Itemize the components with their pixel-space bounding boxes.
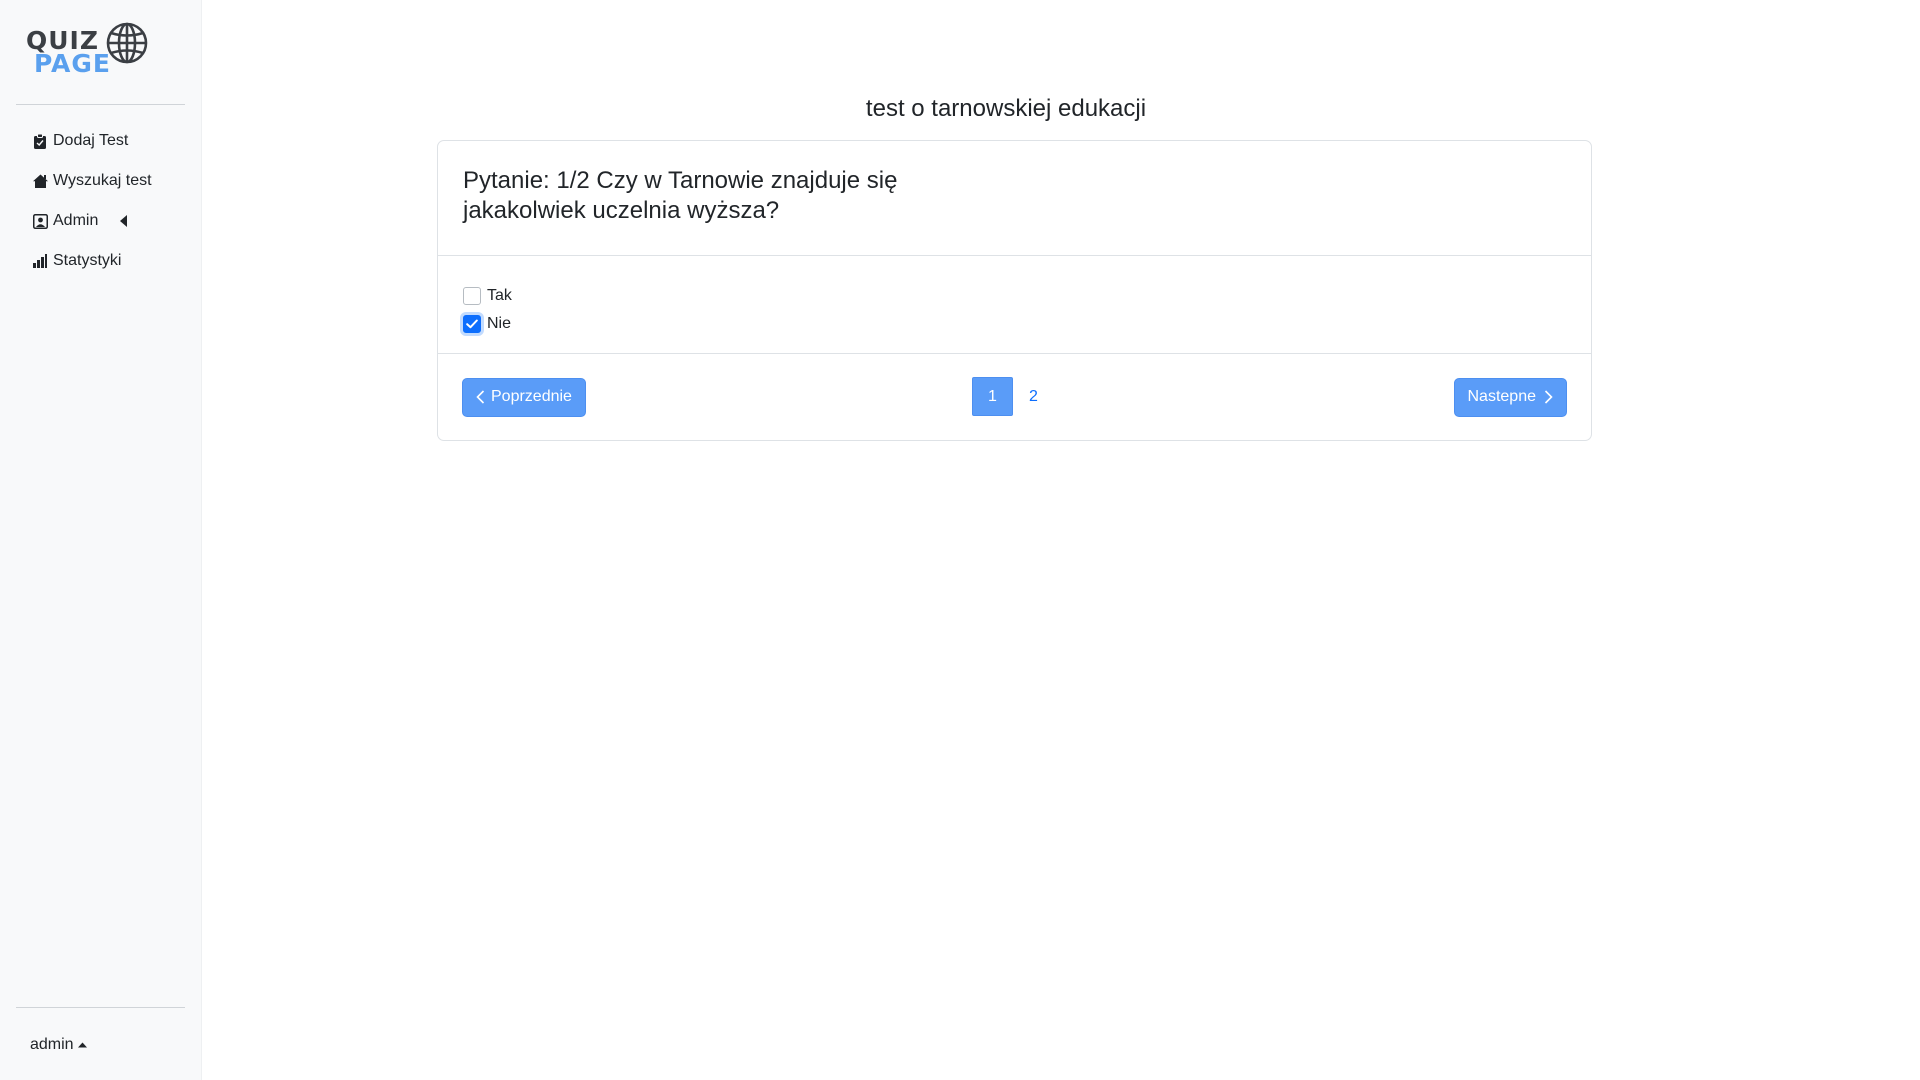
- answer-label: Nie: [487, 315, 512, 332]
- clipboard-icon: [32, 133, 48, 149]
- sidebar-item-label: Admin: [53, 212, 99, 229]
- user-dropdown[interactable]: admin: [16, 1008, 185, 1080]
- sidebar-item-statystyki[interactable]: Statystyki: [16, 241, 185, 281]
- sidebar-item-admin[interactable]: Admin: [16, 201, 185, 241]
- question-text: Pytanie: 1/2 Czy w Tarnowie znajduje się…: [463, 167, 898, 224]
- answer-label: Tak: [487, 287, 512, 304]
- logo[interactable]: QUIZ PAGE: [16, 0, 185, 104]
- page-title: test o tarnowskiej edukacji: [865, 95, 1147, 122]
- sidebar-item-dodaj-test[interactable]: Dodaj Test: [16, 121, 185, 161]
- caret-up-icon: [77, 1042, 87, 1048]
- sidebar: QUIZ PAGE Dodaj Test Wyszukaj test Admin…: [0, 0, 202, 1080]
- bar-chart-icon: [32, 253, 48, 269]
- page-link-1[interactable]: 1: [972, 377, 1013, 416]
- next-button-label: Nastepne: [1467, 388, 1537, 405]
- chevron-right-icon: [1544, 390, 1553, 404]
- username: admin: [30, 1036, 74, 1053]
- main-content: test o tarnowskiej edukacji Pytanie: 1/2…: [202, 0, 1920, 1080]
- pagination: 1 2: [972, 377, 1054, 416]
- answer-options: Tak Nie: [438, 256, 1591, 354]
- next-button[interactable]: Nastepne: [1453, 377, 1567, 417]
- caret-left-icon[interactable]: [120, 215, 128, 227]
- question-card: Pytanie: 1/2 Czy w Tarnowie znajduje się…: [437, 140, 1592, 441]
- question-navigation: Poprzednie 1 2 Nastepne: [438, 354, 1591, 440]
- sidebar-item-label: Dodaj Test: [53, 132, 129, 149]
- sidebar-item-label: Statystyki: [53, 252, 122, 269]
- checkbox-nie[interactable]: [463, 315, 481, 333]
- person-badge-icon: [32, 213, 48, 229]
- sidebar-item-wyszukaj-test[interactable]: Wyszukaj test: [16, 161, 185, 201]
- logo-text: QUIZ PAGE: [26, 28, 111, 76]
- globe-icon: [105, 21, 149, 70]
- page-link-2[interactable]: 2: [1013, 377, 1054, 416]
- checkbox-tak[interactable]: [463, 287, 481, 305]
- question-header: Pytanie: 1/2 Czy w Tarnowie znajduje się…: [438, 141, 1591, 256]
- sidebar-item-label: Wyszukaj test: [53, 172, 152, 189]
- sidebar-nav: Dodaj Test Wyszukaj test Admin Statystyk…: [16, 105, 185, 1007]
- answer-option-nie[interactable]: Nie: [463, 310, 1566, 338]
- previous-button[interactable]: Poprzednie: [462, 377, 586, 417]
- check-icon: [466, 319, 478, 329]
- previous-button-label: Poprzednie: [491, 388, 572, 405]
- logo-word-page: PAGE: [34, 49, 111, 78]
- home-icon: [32, 173, 48, 189]
- app-root: QUIZ PAGE Dodaj Test Wyszukaj test Admin…: [0, 0, 1920, 1080]
- chevron-left-icon: [476, 390, 485, 404]
- answer-option-tak[interactable]: Tak: [463, 282, 1566, 310]
